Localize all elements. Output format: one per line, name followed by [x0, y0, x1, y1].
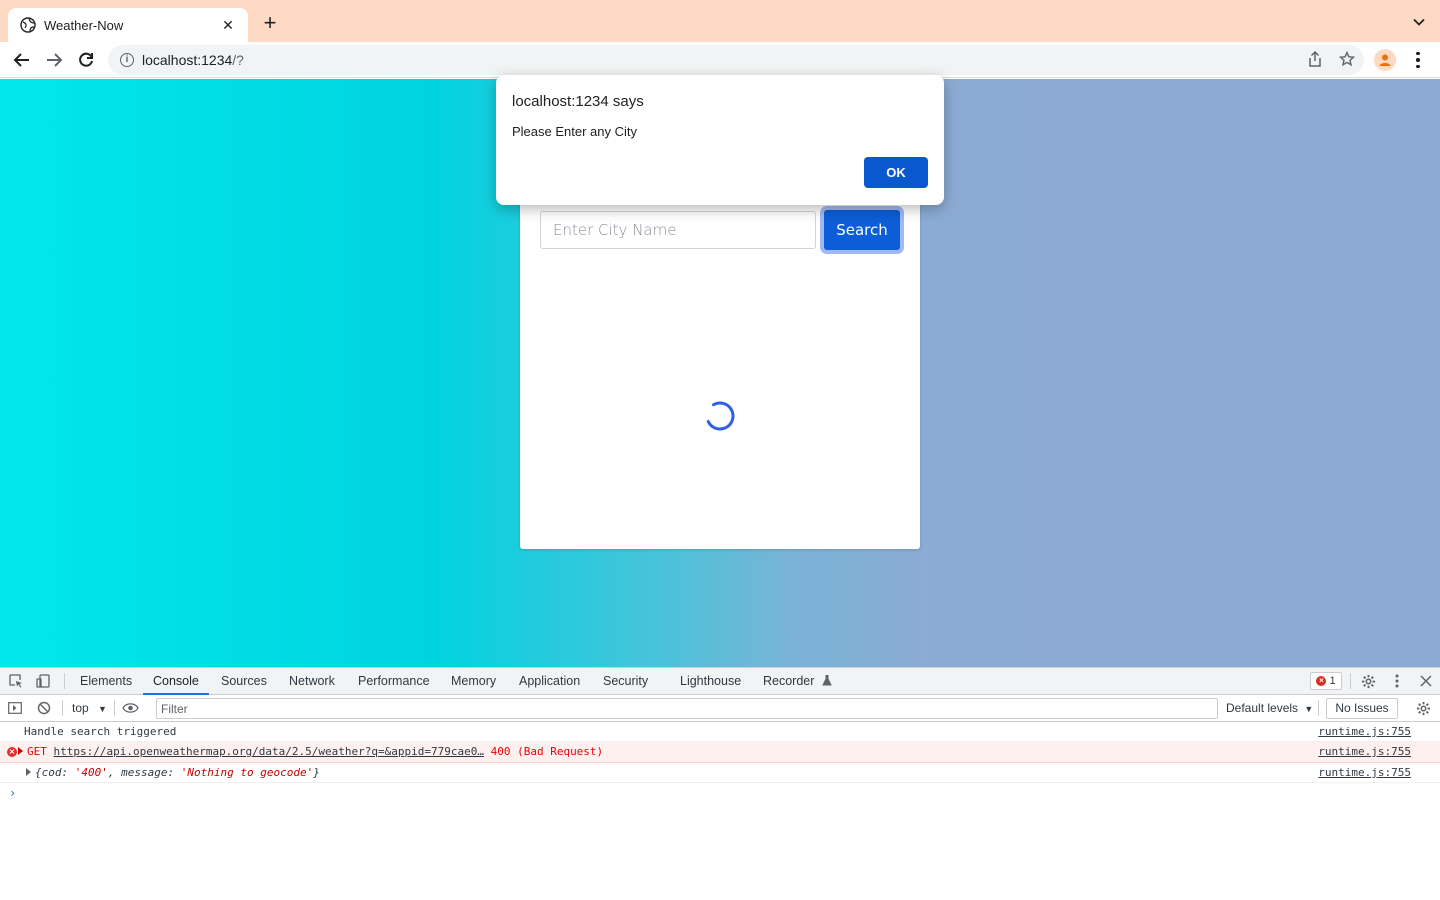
- back-arrow-icon: [13, 53, 29, 67]
- obj-key-cod: cod: [41, 766, 62, 779]
- expand-object-triangle-icon[interactable]: [26, 768, 31, 776]
- console-filter-input[interactable]: [156, 698, 1218, 719]
- share-icon[interactable]: [1306, 50, 1324, 68]
- devtools-tab-performance[interactable]: Performance: [358, 668, 430, 695]
- reload-button[interactable]: [74, 48, 98, 72]
- person-icon: [1379, 54, 1391, 66]
- devtools-tab-application[interactable]: Application: [519, 668, 580, 695]
- expand-triangle-icon[interactable]: [18, 747, 23, 755]
- forward-arrow-icon: [47, 53, 63, 67]
- devtools-close-icon[interactable]: [1418, 673, 1434, 689]
- back-button[interactable]: [10, 48, 34, 72]
- context-dropdown-icon: ▼: [98, 704, 107, 714]
- alert-title: localhost:1234 says: [512, 93, 644, 110]
- address-bar[interactable]: i localhost:1234/?: [108, 45, 1364, 75]
- devtools-tab-memory[interactable]: Memory: [451, 668, 496, 695]
- devtools-tab-recorder[interactable]: Recorder: [763, 668, 832, 695]
- flask-icon: [822, 675, 832, 686]
- console-error-line: × GET https://api.openweathermap.org/dat…: [0, 742, 1440, 763]
- console-object-line: {cod: '400', message: 'Nothing to geocod…: [0, 763, 1440, 783]
- request-url-link[interactable]: https://api.openweathermap.org/data/2.5/…: [54, 745, 484, 758]
- console-settings-gear-icon[interactable]: [1416, 701, 1431, 719]
- log-source-link[interactable]: runtime.js:755: [1318, 722, 1411, 742]
- error-count: 1: [1329, 675, 1336, 687]
- devtools-tab-network[interactable]: Network: [289, 668, 335, 695]
- error-circle-icon: ×: [7, 747, 17, 757]
- profile-avatar[interactable]: [1374, 49, 1396, 71]
- tab-title: Weather-Now: [44, 17, 124, 33]
- request-status: 400 (Bad Request): [490, 745, 604, 758]
- context-selector[interactable]: top ▼: [72, 701, 107, 715]
- reload-icon: [79, 52, 93, 67]
- log-levels-dropdown[interactable]: Default levels ▼: [1226, 701, 1313, 715]
- device-toolbar-icon[interactable]: [35, 673, 51, 689]
- request-method: GET: [27, 745, 47, 758]
- devtools-tab-console[interactable]: Console: [143, 668, 209, 695]
- inspect-element-icon[interactable]: [8, 673, 24, 689]
- alert-ok-button[interactable]: OK: [864, 157, 928, 188]
- url-text: localhost:1234/?: [142, 52, 244, 68]
- error-source-link[interactable]: runtime.js:755: [1318, 742, 1411, 762]
- devtools-tab-elements[interactable]: Elements: [80, 668, 132, 695]
- tab-strip: Weather-Now ✕ +: [0, 0, 1440, 42]
- browser-tab[interactable]: Weather-Now ✕: [8, 8, 248, 42]
- alert-message: Please Enter any City: [512, 124, 638, 139]
- browser-menu-icon[interactable]: [1410, 50, 1426, 70]
- obj-key-message: message: [121, 766, 168, 779]
- site-info-icon[interactable]: i: [120, 53, 134, 67]
- devtools-menu-icon[interactable]: [1389, 673, 1405, 689]
- obj-value-message: 'Nothing to geocode': [180, 766, 314, 779]
- devtools-tab-security[interactable]: Security: [603, 668, 648, 695]
- settings-gear-icon[interactable]: [1360, 673, 1376, 689]
- levels-dropdown-icon: ▼: [1304, 704, 1314, 714]
- loading-spinner-icon: [705, 401, 735, 431]
- devtools-tabbar: Elements Console Sources Network Perform…: [0, 668, 1440, 695]
- alert-dialog: localhost:1234 says Please Enter any Cit…: [496, 75, 944, 205]
- console-prompt[interactable]: ›: [0, 783, 1440, 803]
- context-label: top: [72, 701, 89, 715]
- error-count-badge[interactable]: × 1: [1310, 672, 1342, 690]
- live-expression-eye-icon[interactable]: [122, 702, 139, 717]
- devtools-panel: Elements Console Sources Network Perform…: [0, 667, 1440, 900]
- forward-button[interactable]: [42, 48, 66, 72]
- obj-open: {: [35, 766, 42, 779]
- obj-value-cod: '400': [74, 766, 108, 779]
- city-search-input[interactable]: [540, 211, 816, 249]
- devtools-tab-sources[interactable]: Sources: [221, 668, 267, 695]
- error-icon: ×: [1316, 676, 1327, 686]
- url-host: localhost:1234: [142, 52, 233, 68]
- globe-icon: [20, 17, 36, 33]
- console-output: Handle search triggered runtime.js:755 ×…: [0, 722, 1440, 803]
- browser-toolbar: i localhost:1234/?: [0, 42, 1440, 78]
- log-text: Handle search triggered: [24, 725, 177, 738]
- object-source-link[interactable]: runtime.js:755: [1318, 763, 1411, 783]
- issues-button[interactable]: No Issues: [1326, 698, 1398, 719]
- url-path: /?: [232, 52, 244, 68]
- recorder-label: Recorder: [763, 674, 815, 688]
- search-button[interactable]: Search: [824, 210, 900, 250]
- console-log-line: Handle search triggered runtime.js:755: [0, 722, 1440, 742]
- sidebar-toggle-icon[interactable]: [8, 701, 22, 718]
- new-tab-button[interactable]: +: [258, 12, 282, 36]
- obj-close: }: [313, 766, 320, 779]
- console-filter-bar: top ▼ Default levels ▼ No Issues: [0, 695, 1440, 722]
- clear-console-icon[interactable]: [37, 701, 51, 718]
- tab-close-icon[interactable]: ✕: [220, 17, 236, 34]
- levels-label: Default levels: [1226, 701, 1299, 715]
- tab-search-chevron-icon[interactable]: [1412, 15, 1426, 29]
- bookmark-star-icon[interactable]: [1338, 50, 1356, 68]
- devtools-tab-lighthouse[interactable]: Lighthouse: [680, 668, 741, 695]
